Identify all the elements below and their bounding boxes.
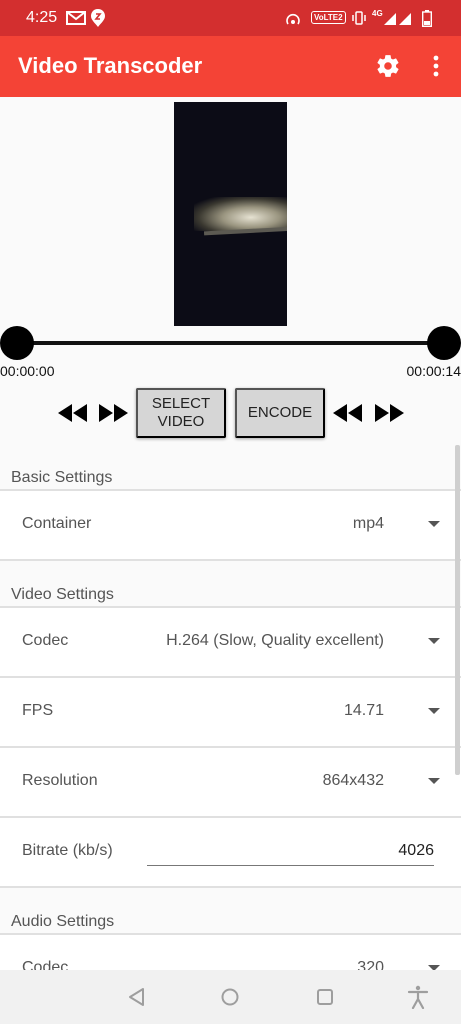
hotspot-icon [286, 13, 300, 25]
audio-settings-header: Audio Settings [11, 913, 115, 930]
divider [0, 559, 461, 561]
resolution-label: Resolution [22, 772, 98, 789]
codec-value: H.264 (Slow, Quality excellent) [166, 632, 384, 649]
gmail-icon [66, 11, 86, 25]
swiggy-icon [91, 9, 105, 27]
headlight-glow [194, 197, 287, 231]
recents-icon[interactable] [315, 987, 335, 1007]
forward-start-icon[interactable] [98, 404, 128, 422]
codec-row[interactable]: Codec H.264 (Slow, Quality excellent) [0, 608, 461, 676]
bitrate-label: Bitrate (kb/s) [22, 842, 113, 859]
gear-icon[interactable] [375, 53, 401, 79]
basic-settings-header: Basic Settings [11, 469, 113, 486]
navigation-bar [0, 970, 461, 1024]
rewind-start-icon[interactable] [58, 404, 88, 422]
dropdown-arrow-icon[interactable] [428, 521, 440, 527]
battery-icon [422, 10, 432, 27]
container-row[interactable]: Container mp4 [0, 491, 461, 559]
codec-label: Codec [22, 632, 69, 649]
app-title: Video Transcoder [18, 53, 203, 78]
select-video-button[interactable]: SELECT VIDEO [136, 388, 226, 438]
volte-badge: VoLTE2 [311, 11, 346, 24]
trim-end-handle[interactable] [427, 326, 461, 360]
trim-start-handle[interactable] [0, 326, 34, 360]
forward-end-icon[interactable] [374, 404, 404, 422]
fps-value: 14.71 [343, 702, 384, 719]
home-icon[interactable] [220, 987, 240, 1007]
dropdown-arrow-icon[interactable] [428, 778, 440, 784]
resolution-value: 864x432 [322, 772, 384, 789]
bitrate-value: 4026 [398, 842, 434, 859]
divider [0, 886, 461, 888]
accessibility-icon[interactable] [407, 985, 429, 1009]
network-type-label: 4G [372, 9, 383, 18]
signal-icon [384, 13, 411, 25]
trim-range-track[interactable] [16, 341, 444, 345]
bitrate-row: Bitrate (kb/s) 4026 [0, 818, 461, 886]
fps-label: FPS [22, 702, 54, 719]
vibrate-icon [352, 11, 366, 25]
video-settings-header: Video Settings [11, 586, 114, 603]
rewind-end-icon[interactable] [333, 404, 363, 422]
status-time: 4:25 [26, 9, 58, 26]
start-time-label: 00:00:00 [0, 363, 55, 379]
status-bar: 4:25 VoLTE2 4G [0, 0, 461, 36]
dropdown-arrow-icon[interactable] [428, 638, 440, 644]
bitrate-input[interactable]: 4026 [147, 836, 434, 866]
scrollbar[interactable] [455, 445, 460, 775]
more-vert-icon[interactable] [425, 54, 447, 78]
dropdown-arrow-icon[interactable] [428, 708, 440, 714]
video-preview[interactable] [174, 102, 287, 326]
end-time-label: 00:00:14 [406, 363, 461, 379]
container-value: mp4 [352, 515, 384, 532]
app-bar: Video Transcoder [0, 36, 461, 97]
resolution-row[interactable]: Resolution 864x432 [0, 748, 461, 816]
fps-row[interactable]: FPS 14.71 [0, 678, 461, 746]
back-icon[interactable] [127, 987, 147, 1007]
encode-button[interactable]: ENCODE [235, 388, 325, 438]
container-label: Container [22, 515, 92, 532]
